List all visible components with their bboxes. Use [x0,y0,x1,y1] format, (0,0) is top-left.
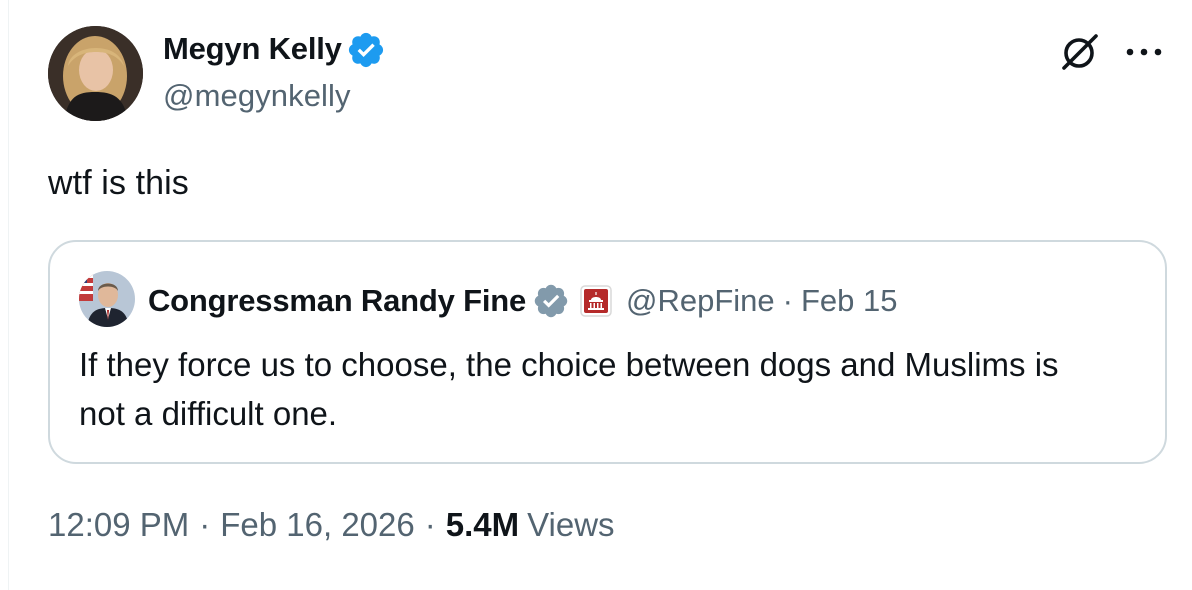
author-avatar[interactable] [48,26,143,121]
tweet-meta: 12:09 PM · Feb 16, 2026 · 5.4M Views [48,506,615,544]
tweet-time[interactable]: 12:09 PM [48,506,189,544]
quoted-date[interactable]: Feb 15 [801,283,898,319]
us-house-affiliation-icon[interactable] [580,285,612,317]
views-count[interactable]: 5.4M [446,506,519,544]
tweet-date[interactable]: Feb 16, 2026 [220,506,415,544]
quoted-author-avatar[interactable] [79,271,135,327]
more-options-icon[interactable] [1124,46,1164,58]
quoted-author-name[interactable]: Congressman Randy Fine [148,283,526,319]
quoted-author-handle[interactable]: @RepFine [626,283,775,319]
quoted-avatar-photo [79,271,135,327]
timeline-border [8,0,9,590]
verified-gray-badge-icon[interactable] [532,282,570,320]
separator-dot: · [424,506,436,543]
quoted-tweet-card[interactable]: Congressman Randy Fine @RepFine · Feb 15 [48,240,1167,464]
tweet-detail: Megyn Kelly @megynkelly wtf is this Cong… [0,0,1192,590]
author-name[interactable]: Megyn Kelly [163,31,342,67]
verified-badge-icon[interactable] [346,30,386,70]
author-name-row: Megyn Kelly [163,28,386,70]
quoted-header: Congressman Randy Fine @RepFine · Feb 15 [148,279,898,323]
tweet-text: wtf is this [48,164,189,202]
avatar-photo [48,26,143,121]
views-label[interactable]: Views [527,506,614,544]
author-handle[interactable]: @megynkelly [163,78,386,114]
separator-dot: · [199,506,211,543]
separator-dot: · [782,283,793,318]
author-block: Megyn Kelly @megynkelly [163,28,386,114]
quoted-text: If they force us to choose, the choice b… [79,346,1059,432]
grok-icon[interactable] [1058,30,1102,74]
